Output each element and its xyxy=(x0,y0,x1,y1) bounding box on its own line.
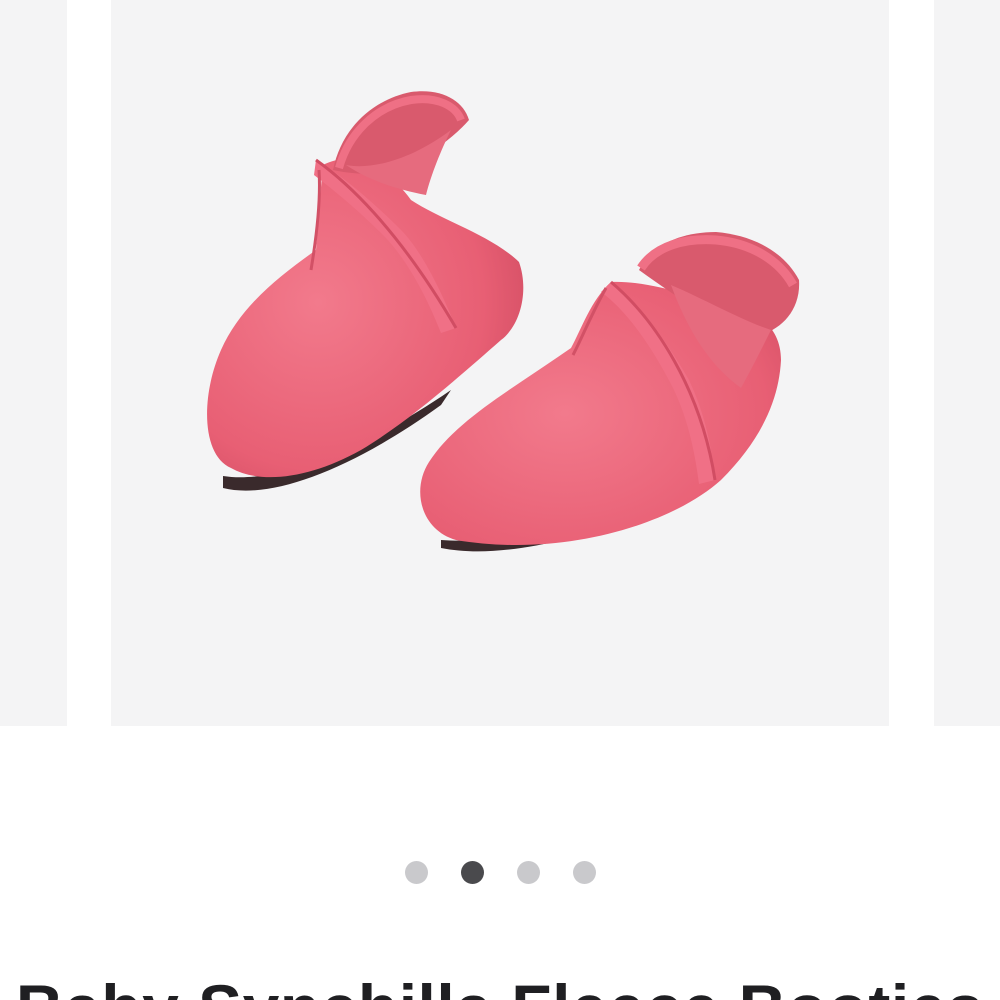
pink-fleece-booties-image xyxy=(207,91,800,552)
product-page: Baby Synchilla Fleece Booties xyxy=(0,0,1000,1000)
current-slide-image[interactable] xyxy=(111,0,889,726)
carousel-dot-1[interactable] xyxy=(404,860,428,884)
carousel-dot-3[interactable] xyxy=(516,860,540,884)
carousel-dot-2[interactable] xyxy=(460,860,484,884)
product-title: Baby Synchilla Fleece Booties xyxy=(0,968,1000,1000)
carousel-pagination-dots xyxy=(0,860,1000,884)
carousel-dot-4[interactable] xyxy=(572,860,596,884)
product-image-carousel[interactable] xyxy=(0,0,1000,726)
next-slide-image[interactable] xyxy=(934,0,1000,726)
previous-slide-image[interactable] xyxy=(0,0,67,726)
